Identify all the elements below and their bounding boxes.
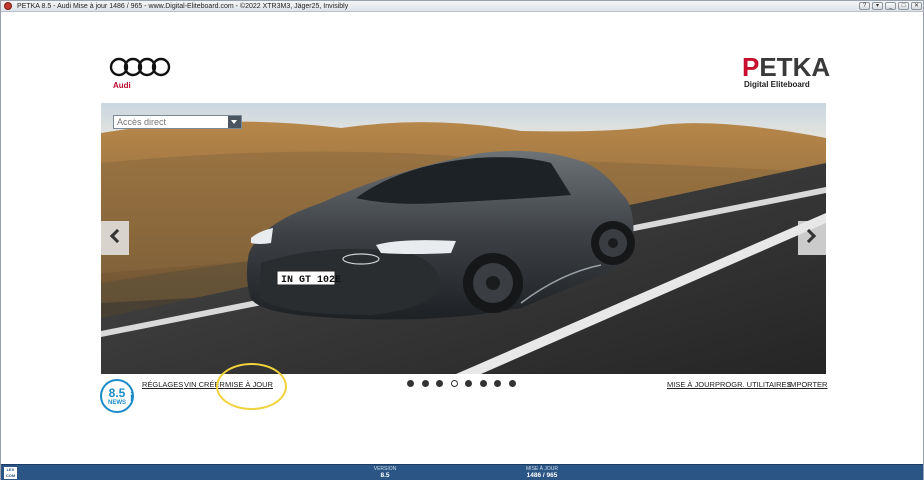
petka-subtitle: Digital Eliteboard xyxy=(744,80,810,89)
reglages-link[interactable]: RÉGLAGES xyxy=(142,380,183,389)
lexcom-logo: LEX COM xyxy=(4,467,17,479)
carousel-prev-button[interactable] xyxy=(101,221,129,255)
chevron-left-icon xyxy=(109,228,125,244)
carousel-dot[interactable] xyxy=(494,380,501,387)
help-button[interactable]: ? xyxy=(859,2,870,10)
version-value: 8.5 xyxy=(380,472,390,479)
chevron-right-icon xyxy=(801,228,817,244)
carousel-dot[interactable] xyxy=(450,380,458,387)
carousel-dot[interactable] xyxy=(407,380,414,387)
carousel-dot[interactable] xyxy=(508,380,516,387)
app-icon xyxy=(4,2,12,10)
info-icon[interactable]: i xyxy=(130,390,133,404)
menu-button[interactable]: ▾ xyxy=(872,2,883,10)
mise-a-jour-link-right[interactable]: MISE À JOUR xyxy=(667,380,715,389)
minimize-button[interactable]: _ xyxy=(885,2,896,10)
hero-image: IN GT 102E xyxy=(101,103,826,374)
license-plate-text: IN GT 102E xyxy=(281,275,341,286)
close-button[interactable]: ✕ xyxy=(911,2,922,10)
chevron-down-icon xyxy=(231,120,237,124)
window-title: PETKA 8.5 - Audi Mise à jour 1486 / 965 … xyxy=(17,3,349,10)
petka-logo: PETKA xyxy=(742,53,830,81)
version-status: VERSION 8.5 xyxy=(355,466,415,480)
news-label: NEWS xyxy=(108,400,126,406)
progr-utilitaires-link[interactable]: PROGR. UTILITAIRES xyxy=(715,380,792,389)
petka-logo-first-letter: P xyxy=(742,52,760,82)
news-version: 8.5 xyxy=(108,386,126,400)
title-bar[interactable]: PETKA 8.5 - Audi Mise à jour 1486 / 965 … xyxy=(1,1,923,12)
update-value: 1486 / 965 xyxy=(526,472,558,479)
audi-brand-text: Audi xyxy=(113,81,131,90)
maximize-button[interactable]: □ xyxy=(898,2,909,10)
application-window: PETKA 8.5 - Audi Mise à jour 1486 / 965 … xyxy=(0,0,924,480)
importer-link[interactable]: IMPORTER xyxy=(788,380,827,389)
access-direct-input[interactable] xyxy=(114,116,229,128)
carousel-next-button[interactable] xyxy=(798,221,826,255)
status-bar: LEX COM VERSION 8.5 MISE À JOUR 1486 / 9… xyxy=(1,464,923,480)
dropdown-button[interactable] xyxy=(228,116,241,128)
access-direct-combobox[interactable] xyxy=(113,115,242,129)
carousel-dot[interactable] xyxy=(465,380,472,387)
hero-carousel: IN GT 102E xyxy=(101,103,826,374)
update-status: MISE À JOUR 1486 / 965 xyxy=(512,466,572,480)
carousel-dot[interactable] xyxy=(479,380,487,387)
highlight-annotation xyxy=(216,363,287,410)
petka-logo-rest: ETKA xyxy=(759,52,831,82)
carousel-dot[interactable] xyxy=(436,380,443,387)
carousel-dot[interactable] xyxy=(421,380,429,387)
news-badge[interactable]: 8.5 NEWS xyxy=(100,379,134,413)
